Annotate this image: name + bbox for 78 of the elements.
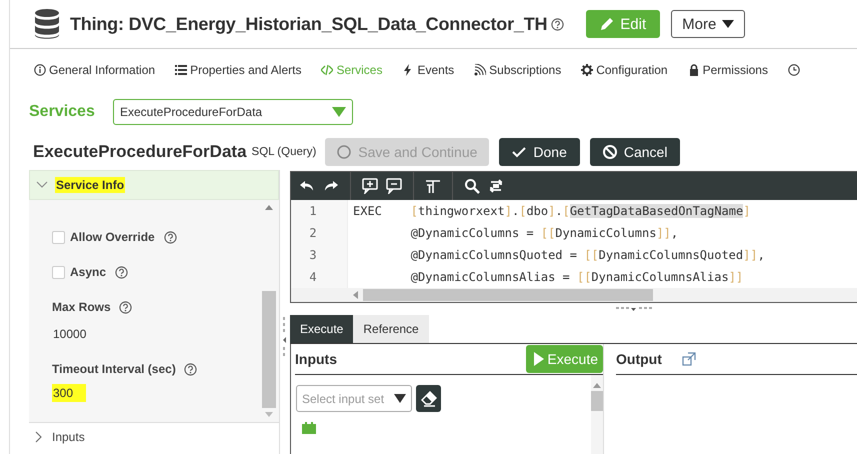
scroll-up-icon[interactable] <box>265 205 273 210</box>
scrollbar[interactable] <box>262 205 276 417</box>
section-header[interactable]: Service Info <box>29 170 279 200</box>
circle-icon <box>337 145 352 159</box>
eraser-button[interactable] <box>416 385 441 412</box>
check-icon <box>512 145 526 159</box>
field-value: 300 <box>52 384 86 402</box>
calendar-icon[interactable] <box>302 422 316 434</box>
text-size-icon[interactable] <box>425 178 441 194</box>
line-number: 3 <box>308 247 318 264</box>
eraser-icon <box>420 390 436 406</box>
help-icon[interactable] <box>551 18 564 30</box>
service-dropdown[interactable]: ExecuteProcedureForData <box>113 99 353 125</box>
line-number: 4 <box>308 269 318 286</box>
code-line: EXEC [thingworxext].[dbo].[GetTagDataBasedOnTagName] <box>353 203 752 220</box>
code-line: @DynamicColumnsAlias = [[DynamicColumnsAlias]] <box>410 269 744 286</box>
checkbox[interactable] <box>52 230 65 244</box>
service-type: SQL (Query) <box>252 146 316 158</box>
tab[interactable]: Permissions <box>688 63 768 77</box>
help-icon[interactable] <box>118 300 132 314</box>
caret-icon <box>332 107 346 117</box>
service-name: ExecuteProcedureForData <box>33 142 247 162</box>
scrollbar-thumb[interactable] <box>363 289 653 301</box>
play-icon <box>534 352 544 366</box>
popout-icon[interactable] <box>682 352 696 366</box>
cancel-icon <box>602 145 617 159</box>
line-number: 1 <box>308 203 318 220</box>
field-label: Timeout Interval (sec) <box>52 362 176 376</box>
comment-add-icon[interactable] <box>362 178 378 194</box>
done-button[interactable]: Done <box>499 138 580 166</box>
tab[interactable]: General Information <box>34 63 156 77</box>
more-button[interactable]: More <box>671 10 746 38</box>
comment-remove-icon[interactable] <box>386 178 402 194</box>
tab[interactable]: Subscriptions <box>474 63 562 77</box>
caret-icon <box>394 394 406 403</box>
info-icon <box>34 64 46 76</box>
section-title: Inputs <box>52 430 85 444</box>
feed-icon <box>474 64 486 76</box>
pencil-icon <box>600 17 614 31</box>
tab[interactable]: Events <box>402 63 454 77</box>
field-label: Async <box>70 265 106 279</box>
pane-title: Inputs <box>295 351 337 367</box>
cancel-button[interactable]: Cancel <box>590 138 680 166</box>
field-label: Max Rows <box>52 300 111 314</box>
help-icon[interactable] <box>184 362 197 376</box>
scroll-left-icon[interactable] <box>353 291 358 299</box>
scrollbar[interactable] <box>591 375 603 454</box>
list-icon <box>175 64 188 76</box>
clock-icon[interactable] <box>788 64 800 76</box>
lock-icon <box>688 64 700 76</box>
page-title: Thing: DVC_Energy_Historian_SQL_Data_Connector_TH <box>70 14 548 34</box>
help-icon[interactable] <box>115 266 128 278</box>
pane-title: Output <box>616 351 662 367</box>
section-header[interactable]: Inputs <box>29 423 279 451</box>
database-icon <box>33 8 61 40</box>
gear-icon <box>581 64 594 76</box>
tab[interactable]: Reference <box>353 315 429 343</box>
replace-icon[interactable] <box>488 178 504 194</box>
tab[interactable]: Properties and Alerts <box>175 63 302 77</box>
code-line: @DynamicColumnsQuoted = [[DynamicColumnsQuoted]], <box>410 247 765 264</box>
line-number: 2 <box>308 225 318 242</box>
code-icon <box>321 64 334 76</box>
scrollbar-thumb[interactable] <box>591 391 603 411</box>
services-label: Services <box>29 103 96 121</box>
scrollbar-thumb[interactable] <box>262 291 276 408</box>
caret-icon <box>722 20 734 28</box>
search-icon[interactable] <box>464 178 480 194</box>
help-icon[interactable] <box>164 230 177 244</box>
scroll-up-icon[interactable] <box>593 383 601 388</box>
tab[interactable]: Execute <box>290 315 354 343</box>
field-label: Allow Override <box>70 230 155 244</box>
tab[interactable]: Configuration <box>581 63 668 77</box>
code-line: @DynamicColumns = [[DynamicColumns]], <box>410 225 680 242</box>
scrollbar[interactable] <box>291 288 857 302</box>
checkbox[interactable] <box>52 266 65 278</box>
splitter-handle-icon[interactable] <box>616 306 652 312</box>
section-title: Service Info <box>55 177 126 193</box>
field-value: 10000 <box>52 326 86 343</box>
